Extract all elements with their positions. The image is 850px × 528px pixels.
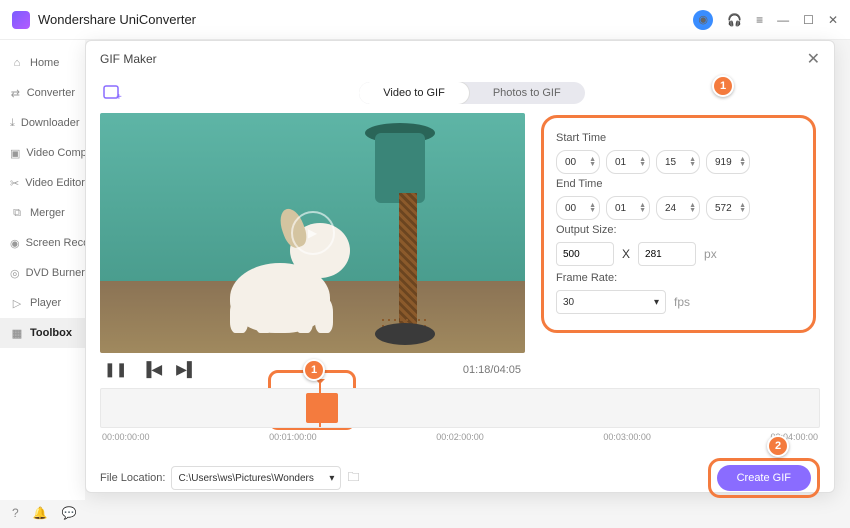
app-title: Wondershare UniConverter	[38, 12, 196, 27]
maximize-icon[interactable]: ☐	[803, 13, 814, 27]
time-ticks: 00:00:00:00 00:01:00:00 00:02:00:00 00:0…	[100, 428, 820, 446]
sidebar-item-toolbox[interactable]: ▦ Toolbox	[0, 318, 85, 348]
sidebar-item-home[interactable]: ⌂ Home	[0, 48, 85, 78]
record-icon: ◉	[10, 236, 20, 250]
end-hour-stepper[interactable]: 00▲▼	[556, 196, 600, 220]
grid-icon: ▦	[10, 326, 24, 340]
sidebar-item-label: Player	[30, 297, 61, 309]
end-ms-stepper[interactable]: 572▲▼	[706, 196, 750, 220]
support-icon[interactable]: 🎧	[727, 13, 742, 27]
sidebar-item-compressor[interactable]: ▣ Video Compressor	[0, 138, 85, 168]
start-hour-stepper[interactable]: 00▲▼	[556, 150, 600, 174]
tab-video-to-gif[interactable]: Video to GIF	[359, 82, 469, 104]
video-preview[interactable]: ▶	[100, 113, 525, 353]
play-icon: ▷	[10, 296, 24, 310]
create-gif-button[interactable]: Create GIF	[717, 465, 811, 491]
file-location-select[interactable]: C:\Users\ws\Pictures\Wonders▾	[171, 466, 341, 490]
x-separator: X	[622, 247, 630, 261]
start-sec-stepper[interactable]: 15▲▼	[656, 150, 700, 174]
minimize-icon[interactable]: —	[777, 13, 789, 27]
home-icon: ⌂	[10, 56, 24, 70]
start-time-label: Start Time	[556, 132, 801, 144]
annotation-badge-1: 1	[712, 75, 734, 97]
sidebar-item-recorder[interactable]: ◉ Screen Recorder	[0, 228, 85, 258]
merge-icon: ⧉	[10, 206, 24, 220]
time-display: 01:18/04:05	[463, 364, 521, 376]
end-min-stepper[interactable]: 01▲▼	[606, 196, 650, 220]
fps-unit: fps	[674, 295, 690, 309]
play-overlay-icon[interactable]: ▶	[291, 211, 335, 255]
avatar[interactable]: ◉	[693, 10, 713, 30]
next-frame-button[interactable]: ▶▌	[176, 361, 197, 378]
sidebar-item-label: Screen Recorder	[26, 237, 85, 249]
output-width-input[interactable]	[556, 242, 614, 266]
start-min-stepper[interactable]: 01▲▼	[606, 150, 650, 174]
mode-tabs: Video to GIF Photos to GIF	[359, 82, 584, 104]
panel-title: GIF Maker	[100, 52, 157, 66]
menu-icon[interactable]: ≡	[756, 13, 763, 27]
sidebar-item-label: Video Editor	[25, 177, 85, 189]
playback-controls: ❚❚ ▐◀ ▶▌ 01:18/04:05	[100, 353, 525, 386]
pause-button[interactable]: ❚❚	[104, 361, 127, 378]
sidebar-item-label: Merger	[30, 207, 65, 219]
sidebar-item-downloader[interactable]: ⤓ Downloader	[0, 108, 85, 138]
chevron-down-icon: ▾	[329, 473, 334, 484]
chevron-down-icon: ▾	[654, 297, 659, 308]
timeline[interactable]: 1 00:00:00:00 00:01:00:00 00:02:00:00 00…	[86, 386, 834, 448]
help-icon[interactable]: ?	[12, 506, 19, 520]
close-icon[interactable]: ✕	[828, 13, 838, 27]
sidebar-item-label: DVD Burner	[26, 267, 85, 279]
output-size-label: Output Size:	[556, 224, 801, 236]
panel-close-icon[interactable]: ✕	[807, 49, 820, 69]
annotation-badge-2: 2	[767, 435, 789, 457]
timeline-track[interactable]	[100, 388, 820, 428]
scissors-icon: ✂	[10, 176, 19, 190]
browse-folder-icon[interactable]: 🗀	[347, 468, 359, 489]
compress-icon: ▣	[10, 146, 20, 160]
app-logo	[12, 11, 30, 29]
settings-highlight-box: Start Time 00▲▼ 01▲▼ 15▲▼ 919▲▼ End Time…	[541, 115, 816, 333]
sidebar: ⌂ Home ⇄ Converter ⤓ Downloader ▣ Video Comp…	[0, 40, 85, 500]
fps-select[interactable]: 30▾	[556, 290, 666, 314]
feedback-icon[interactable]: 💬	[62, 506, 77, 520]
prev-frame-button[interactable]: ▐◀	[141, 361, 162, 378]
sidebar-item-label: Downloader	[21, 117, 80, 129]
start-ms-stepper[interactable]: 919▲▼	[706, 150, 750, 174]
sidebar-item-dvd[interactable]: ◎ DVD Burner	[0, 258, 85, 288]
titlebar: Wondershare UniConverter ◉ 🎧 ≡ — ☐ ✕	[0, 0, 850, 40]
download-icon: ⤓	[10, 116, 15, 130]
end-sec-stepper[interactable]: 24▲▼	[656, 196, 700, 220]
px-label: px	[704, 247, 717, 261]
create-highlight-box: 2 Create GIF	[708, 458, 820, 498]
disc-icon: ◎	[10, 266, 20, 280]
sidebar-item-converter[interactable]: ⇄ Converter	[0, 78, 85, 108]
add-file-icon[interactable]: +	[100, 81, 124, 105]
sidebar-item-label: Home	[30, 57, 59, 69]
sidebar-item-label: Converter	[27, 87, 75, 99]
statusbar: ? 🔔 💬	[12, 506, 77, 520]
selected-clip[interactable]	[306, 393, 338, 423]
sidebar-item-player[interactable]: ▷ Player	[0, 288, 85, 318]
sidebar-item-label: Video Compressor	[26, 147, 85, 159]
tab-photos-to-gif[interactable]: Photos to GIF	[469, 82, 585, 104]
gif-maker-panel: GIF Maker ✕ + Video to GIF Photos to GIF…	[85, 40, 835, 493]
file-location-label: File Location:	[100, 472, 165, 484]
output-height-input[interactable]	[638, 242, 696, 266]
svg-text:+: +	[116, 92, 122, 103]
sidebar-item-editor[interactable]: ✂ Video Editor	[0, 168, 85, 198]
playhead[interactable]	[319, 383, 321, 427]
sidebar-item-label: Toolbox	[30, 327, 72, 339]
frame-rate-label: Frame Rate:	[556, 272, 801, 284]
convert-icon: ⇄	[10, 86, 21, 100]
end-time-label: End Time	[556, 178, 801, 190]
bell-icon[interactable]: 🔔	[33, 506, 48, 520]
sidebar-item-merger[interactable]: ⧉ Merger	[0, 198, 85, 228]
